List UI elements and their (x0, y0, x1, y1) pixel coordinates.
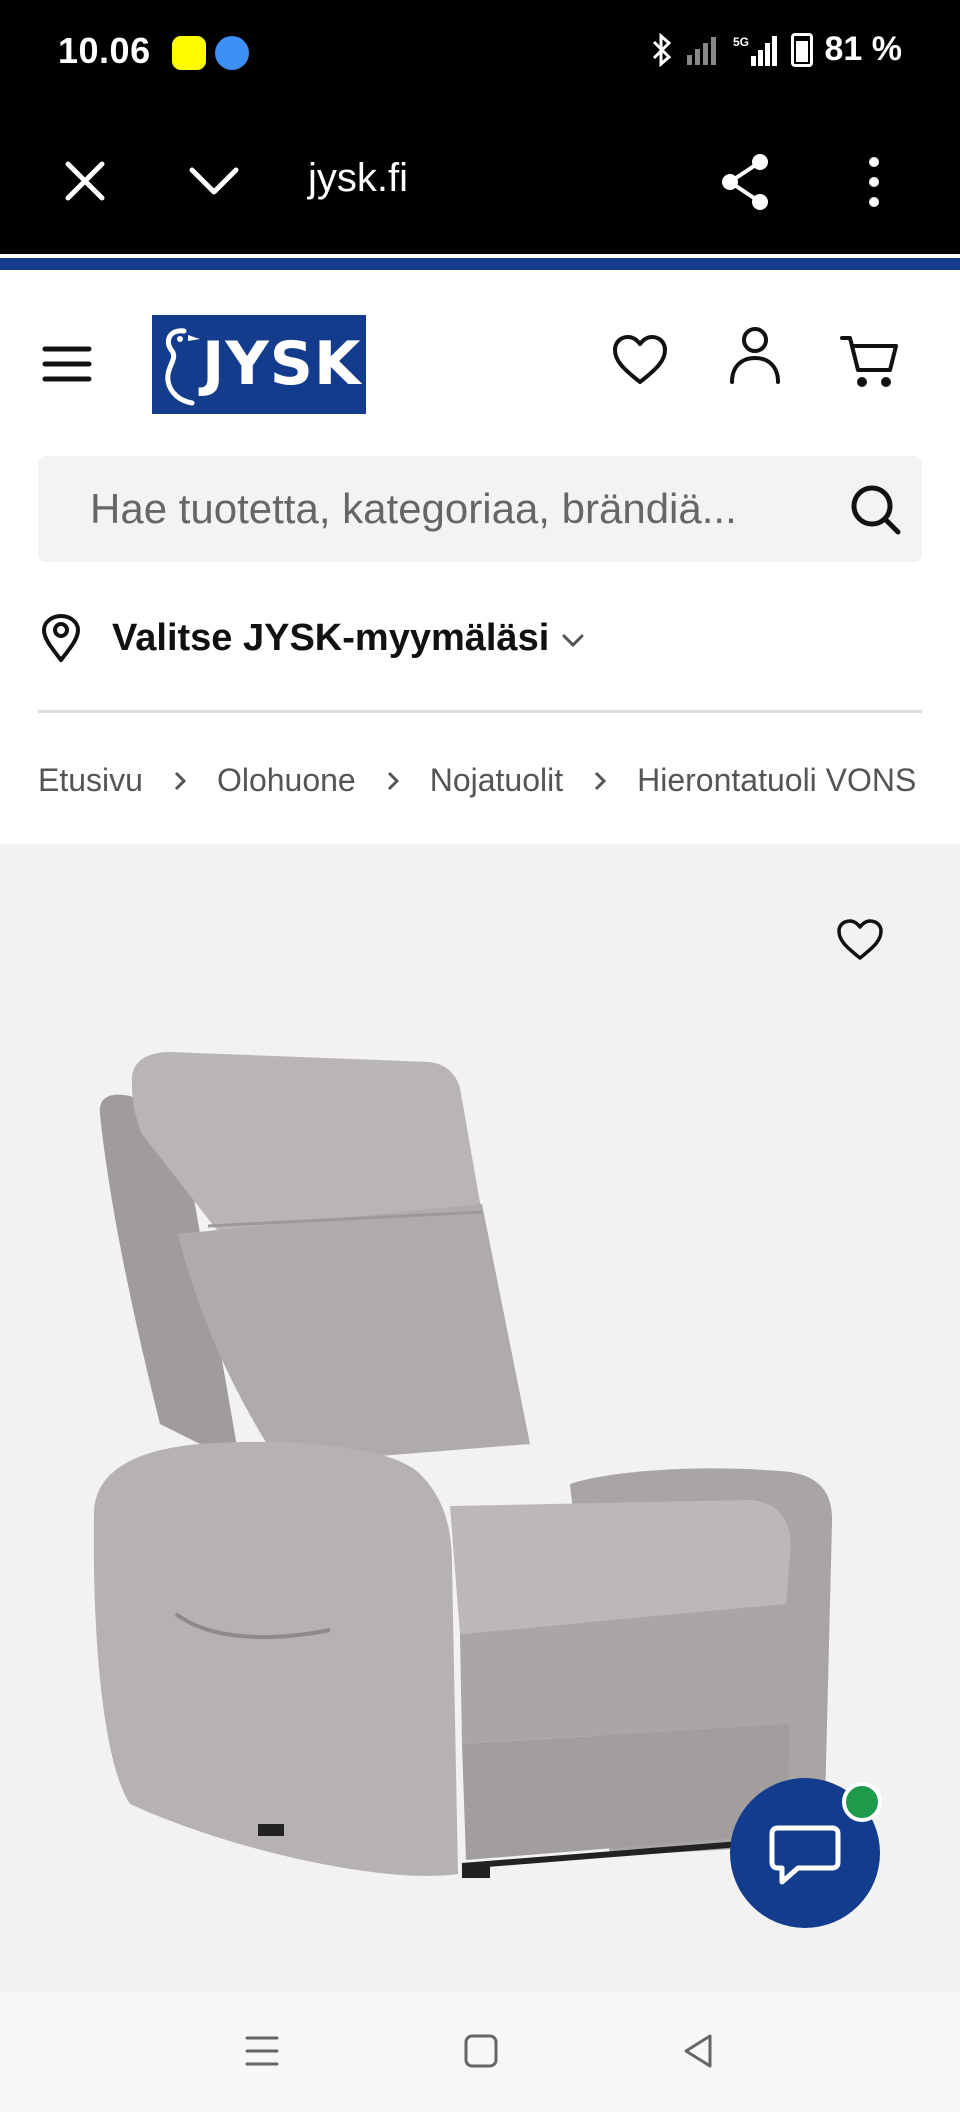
product-image-recliner (93, 1052, 833, 1878)
battery-level: 81 % (824, 30, 903, 68)
system-navigation-bar (0, 1992, 960, 2112)
more-vert-icon[interactable] (860, 154, 888, 210)
breadcrumb-item-olohuone[interactable]: Olohuone (217, 762, 356, 799)
breadcrumb: Etusivu Olohuone Nojatuolit Hierontatuol… (38, 762, 916, 799)
heart-icon[interactable] (836, 918, 884, 962)
brand-top-bar (0, 254, 960, 270)
divider (38, 710, 922, 713)
search-icon[interactable] (850, 484, 902, 536)
breadcrumb-item-etusivu[interactable]: Etusivu (38, 762, 143, 799)
search-bar (38, 456, 922, 562)
menu-icon[interactable] (42, 344, 92, 384)
goose-logo-icon (165, 328, 200, 406)
signal-icon (686, 36, 716, 65)
heart-icon[interactable] (612, 334, 668, 386)
chevron-right-icon (174, 771, 187, 790)
bluetooth-icon (652, 32, 671, 67)
chat-button[interactable] (730, 1778, 882, 1928)
weather-icon (215, 36, 249, 70)
status-bar: 10.06 5G 81 % (0, 0, 960, 104)
browser-toolbar: jysk.fi (0, 104, 960, 254)
signal-5g-icon: 5G (733, 35, 777, 66)
svg-text:5G: 5G (733, 35, 749, 49)
breadcrumb-item-nojatuolit[interactable]: Nojatuolit (430, 762, 563, 799)
close-icon[interactable] (60, 156, 110, 206)
product-image-area[interactable] (0, 844, 960, 1992)
chevron-right-icon (387, 771, 399, 790)
chevron-right-icon (595, 771, 607, 790)
home-icon[interactable] (462, 2032, 500, 2070)
recent-apps-icon[interactable] (244, 2034, 280, 2068)
logo-text: JYSK (202, 329, 362, 399)
url-bar[interactable]: jysk.fi (308, 156, 408, 201)
search-input[interactable] (90, 480, 830, 538)
back-icon[interactable] (680, 2032, 716, 2070)
online-status-dot (842, 1782, 882, 1822)
screen: 10.06 5G 81 % jysk.fi JYSK Hae tuotetta,… (0, 0, 960, 2112)
status-indicators: 5G 81 % (651, 30, 903, 69)
user-icon[interactable] (728, 326, 782, 384)
snapchat-icon (172, 36, 206, 70)
jysk-logo[interactable]: JYSK (152, 315, 366, 414)
battery-icon (790, 32, 813, 67)
cart-icon[interactable] (840, 334, 900, 390)
status-time: 10.06 (58, 30, 151, 71)
store-label: Valitse JYSK-myymäläsi (112, 616, 550, 659)
chat-icon (769, 1825, 841, 1885)
store-selector[interactable]: Valitse JYSK-myymäläsi (40, 612, 585, 664)
breadcrumb-item-current[interactable]: Hierontatuoli VONS (637, 762, 916, 799)
share-icon[interactable] (718, 152, 774, 212)
chevron-down-icon (562, 634, 584, 648)
chevron-down-icon[interactable] (186, 160, 242, 200)
location-pin-icon (41, 614, 81, 662)
